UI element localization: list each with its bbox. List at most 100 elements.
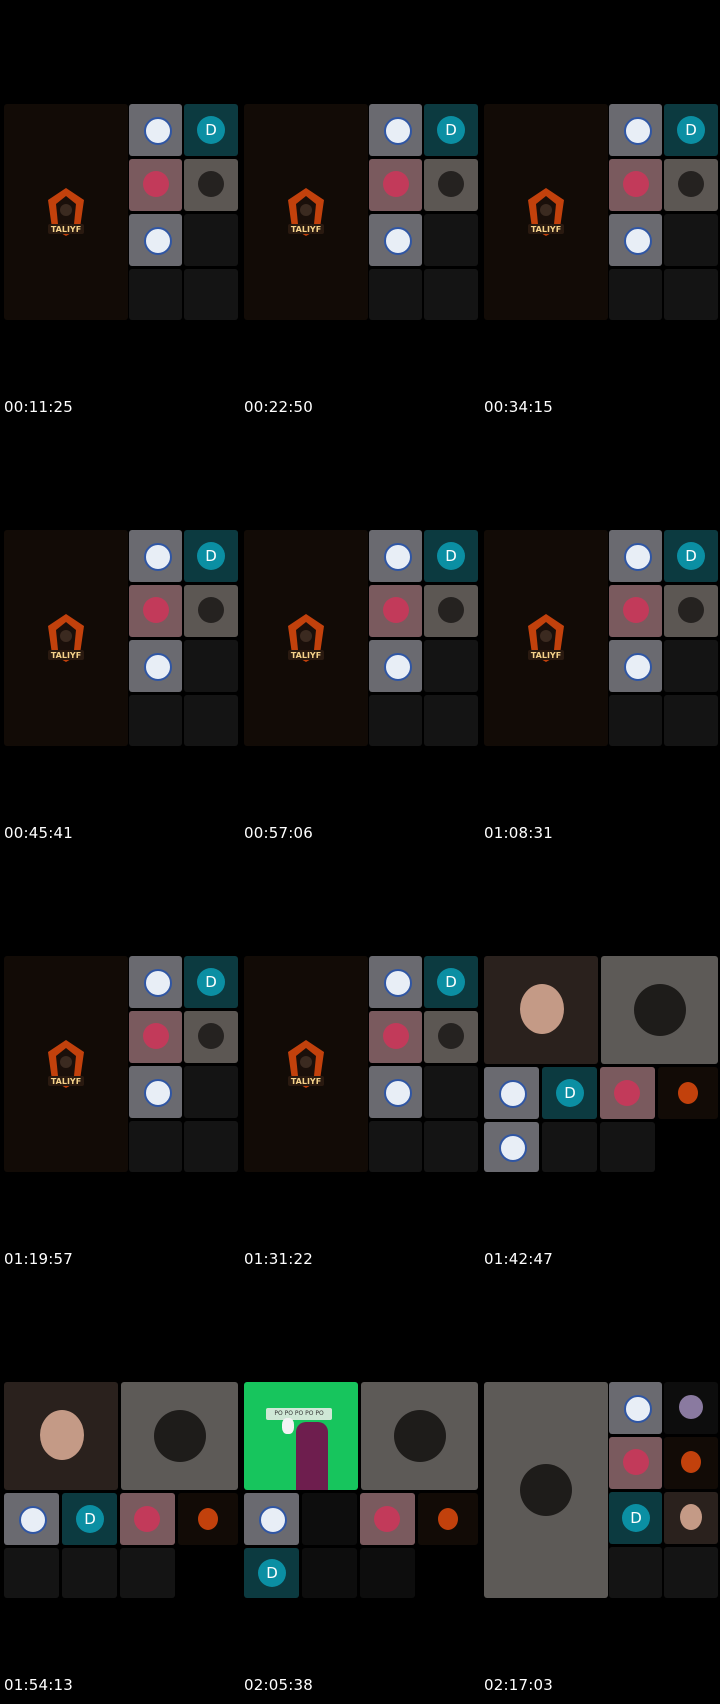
red-avatar-icon	[374, 1506, 400, 1532]
thumbnail-frame-1[interactable]: TALIYF D	[4, 104, 240, 324]
empty-tile	[129, 695, 182, 746]
logo-text: TALIYF	[51, 225, 81, 234]
thumbnail-frame-3[interactable]: TALIYF D	[484, 104, 720, 324]
thumbnail-frame-9[interactable]: D	[484, 956, 720, 1176]
empty-tile	[609, 1547, 662, 1598]
taliyf-logo-icon: TALIYF	[528, 614, 564, 662]
school-badge-icon	[144, 543, 172, 571]
empty-tile	[424, 269, 478, 320]
thumbnail-frame-4[interactable]: TALIYF D	[4, 530, 240, 750]
face-avatar-icon	[520, 984, 564, 1034]
school-badge-icon	[384, 117, 412, 145]
empty-tile	[664, 1547, 718, 1598]
school-badge-icon	[384, 653, 412, 681]
hand-avatar-icon	[520, 1464, 572, 1516]
avatar-d: D	[622, 1504, 650, 1532]
empty-tile	[302, 1493, 357, 1545]
thumbnail-frame-5[interactable]: TALIYF D	[244, 530, 480, 750]
empty-tile	[184, 269, 238, 320]
red-avatar-icon	[623, 597, 649, 623]
timestamp: 01:31:22	[244, 1250, 313, 1268]
empty-tile	[424, 640, 478, 692]
avatar-d: D	[677, 116, 705, 144]
taliyf-logo-icon: TALIYF	[48, 614, 84, 662]
thumbnail-frame-11[interactable]: PO PO PO PO PO D	[244, 1382, 480, 1602]
thumbnail-frame-12[interactable]: D	[484, 1382, 720, 1602]
taliyf-logo-icon: TALIYF	[288, 1040, 324, 1088]
avatar-d: D	[677, 542, 705, 570]
logo-text: TALIYF	[51, 651, 81, 660]
taliyf-logo-icon: TALIYF	[288, 614, 324, 662]
red-avatar-icon	[383, 1023, 409, 1049]
thumbnail-frame-2[interactable]: TALIYF D	[244, 104, 480, 324]
taliyf-logo-icon	[198, 1508, 218, 1530]
taliyf-logo-icon: TALIYF	[48, 1040, 84, 1088]
logo-text: TALIYF	[291, 1077, 321, 1086]
avatar-d: D	[437, 116, 465, 144]
hand-avatar-icon	[198, 171, 224, 197]
empty-tile	[424, 695, 478, 746]
thumbnail-frame-6[interactable]: TALIYF D	[484, 530, 720, 750]
face-avatar-icon	[40, 1410, 84, 1460]
logo-text: TALIYF	[291, 651, 321, 660]
logo-text: TALIYF	[291, 225, 321, 234]
timestamp: 00:45:41	[4, 824, 73, 842]
empty-tile	[360, 1548, 415, 1598]
empty-tile	[120, 1548, 175, 1598]
logo-text: TALIYF	[51, 1077, 81, 1086]
school-badge-icon	[384, 227, 412, 255]
timestamp: 01:08:31	[484, 824, 553, 842]
empty-tile	[129, 1121, 182, 1172]
timestamp: 01:54:13	[4, 1676, 73, 1694]
timestamp: 02:05:38	[244, 1676, 313, 1694]
school-badge-icon	[624, 543, 652, 571]
avatar-d: D	[556, 1079, 584, 1107]
avatar-d: D	[197, 968, 225, 996]
taliyf-logo-icon: TALIYF	[288, 188, 324, 236]
thumbnail-frame-7[interactable]: TALIYF D	[4, 956, 240, 1176]
school-badge-icon	[624, 653, 652, 681]
school-badge-icon	[384, 1079, 412, 1107]
red-avatar-icon	[143, 171, 169, 197]
taliyf-logo-icon: TALIYF	[528, 188, 564, 236]
face-avatar-icon	[680, 1504, 702, 1530]
school-badge-icon	[499, 1134, 527, 1162]
logo-text: TALIYF	[531, 651, 561, 660]
hand-avatar-icon	[198, 1023, 224, 1049]
hand-avatar-icon	[198, 597, 224, 623]
school-badge-icon	[144, 1079, 172, 1107]
avatar-d: D	[437, 542, 465, 570]
hand-avatar-icon	[394, 1410, 446, 1462]
timestamp: 02:17:03	[484, 1676, 553, 1694]
school-badge-icon	[144, 117, 172, 145]
hand-avatar-icon	[678, 171, 704, 197]
empty-tile	[4, 1548, 59, 1598]
school-badge-icon	[384, 969, 412, 997]
timestamp: 00:57:06	[244, 824, 313, 842]
empty-tile	[664, 640, 718, 692]
red-avatar-icon	[143, 1023, 169, 1049]
taliyf-logo-icon	[438, 1508, 458, 1530]
thumbnail-frame-8[interactable]: TALIYF D	[244, 956, 480, 1176]
hand-avatar-icon	[678, 597, 704, 623]
red-avatar-icon	[623, 171, 649, 197]
red-avatar-icon	[143, 597, 169, 623]
empty-tile	[184, 1066, 238, 1118]
empty-tile	[664, 695, 718, 746]
thumbnail-frame-10[interactable]: D	[4, 1382, 240, 1602]
empty-tile	[369, 695, 422, 746]
empty-tile	[424, 1066, 478, 1118]
empty-tile	[600, 1122, 655, 1172]
empty-tile	[62, 1548, 117, 1598]
timestamp: 01:42:47	[484, 1250, 553, 1268]
logo-text: TALIYF	[531, 225, 561, 234]
moon-avatar-icon	[679, 1395, 703, 1419]
red-avatar-icon	[614, 1080, 640, 1106]
hand-avatar-icon	[154, 1410, 206, 1462]
school-badge-icon	[19, 1506, 47, 1534]
empty-tile	[369, 1121, 422, 1172]
empty-tile	[184, 1121, 238, 1172]
red-avatar-icon	[383, 171, 409, 197]
avatar-d: D	[258, 1559, 286, 1587]
timestamp: 01:19:57	[4, 1250, 73, 1268]
